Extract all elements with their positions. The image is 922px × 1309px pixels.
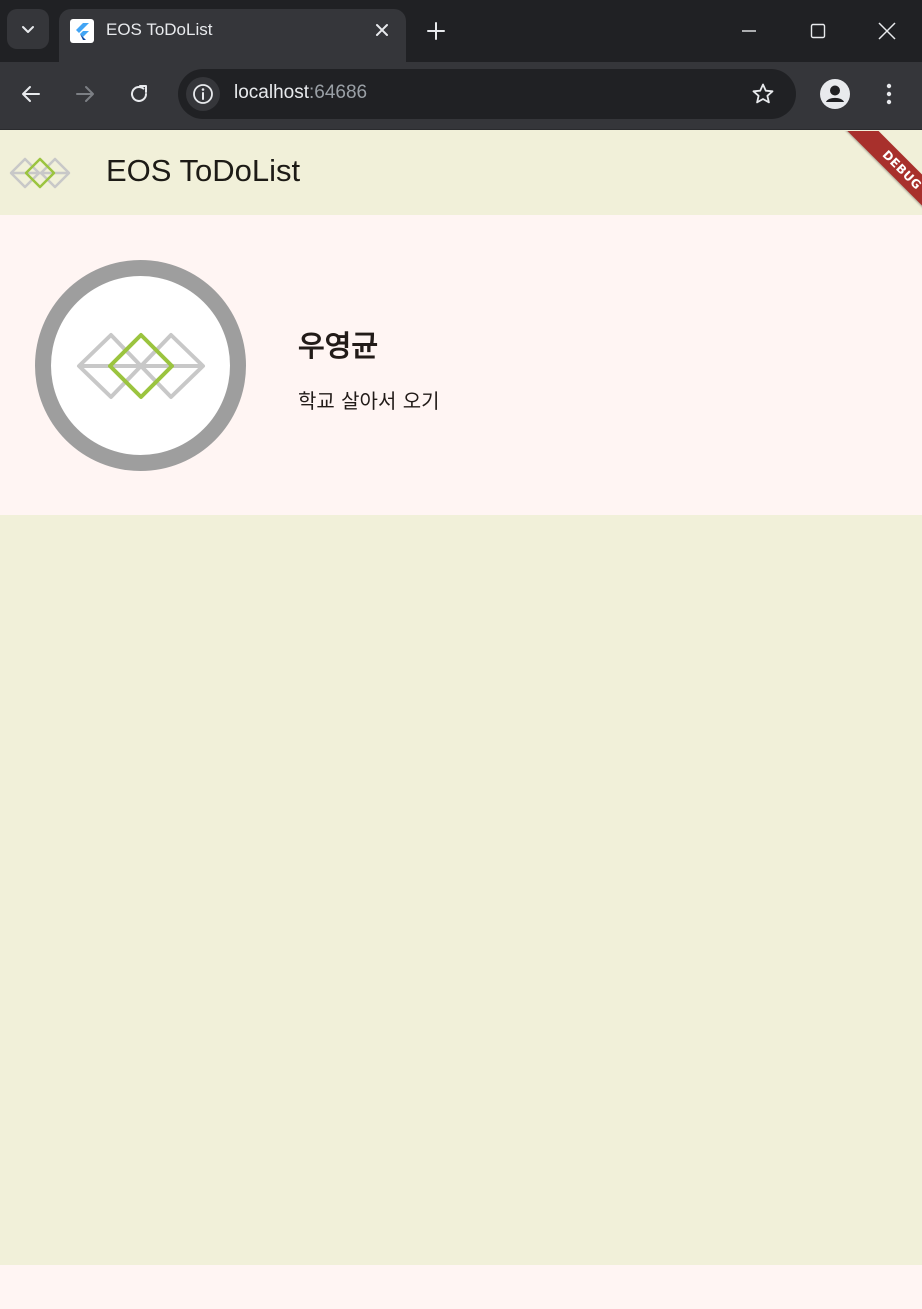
- browser-tab-active[interactable]: EOS ToDoList: [59, 9, 406, 62]
- star-icon: [752, 83, 774, 104]
- forward-button[interactable]: [67, 76, 103, 112]
- close-icon: [878, 22, 896, 40]
- bookmark-button[interactable]: [750, 81, 776, 107]
- browser-menu-button[interactable]: [871, 76, 907, 112]
- more-vert-icon: [886, 83, 892, 105]
- address-bar[interactable]: localhost:64686: [178, 69, 796, 119]
- new-tab-button[interactable]: [421, 16, 451, 46]
- tab-title: EOS ToDoList: [106, 20, 213, 39]
- info-icon: [193, 84, 213, 104]
- bottom-bar: [0, 1265, 922, 1309]
- profile-description: 학교 살아서 오기: [298, 389, 440, 413]
- arrow-right-icon: [76, 86, 94, 102]
- site-info-button[interactable]: [186, 77, 220, 111]
- eos-logo-icon: [9, 157, 71, 189]
- browser-tabstrip: EOS ToDoList: [0, 0, 922, 62]
- app-title: EOS ToDoList: [106, 153, 301, 188]
- arrow-left-icon: [22, 86, 40, 102]
- avatar-inner: [51, 276, 230, 455]
- back-button[interactable]: [13, 76, 49, 112]
- account-icon: [820, 79, 850, 109]
- url-text[interactable]: localhost:64686: [234, 82, 367, 104]
- profile-button[interactable]: [817, 76, 853, 112]
- close-window-button[interactable]: [872, 16, 902, 46]
- reload-icon: [131, 85, 147, 102]
- tab-search-button[interactable]: [7, 9, 49, 49]
- maximize-icon: [810, 23, 826, 39]
- profile-card: 우영균 학교 살아서 오기: [0, 215, 922, 515]
- reload-button[interactable]: [121, 76, 157, 112]
- avatar: [35, 260, 246, 471]
- eos-logo-icon: [76, 332, 205, 399]
- tab-close-icon[interactable]: [372, 20, 392, 40]
- profile-name: 우영균: [298, 329, 379, 363]
- flutter-favicon-icon: [70, 19, 94, 43]
- app-bar: EOS ToDoList: [0, 131, 922, 215]
- chevron-down-icon: [22, 26, 34, 33]
- browser-toolbar: localhost:64686: [0, 62, 922, 130]
- todo-list-area: [0, 515, 922, 1265]
- minimize-icon: [742, 30, 756, 32]
- minimize-button[interactable]: [734, 16, 764, 46]
- plus-icon: [427, 22, 445, 40]
- maximize-button[interactable]: [803, 16, 833, 46]
